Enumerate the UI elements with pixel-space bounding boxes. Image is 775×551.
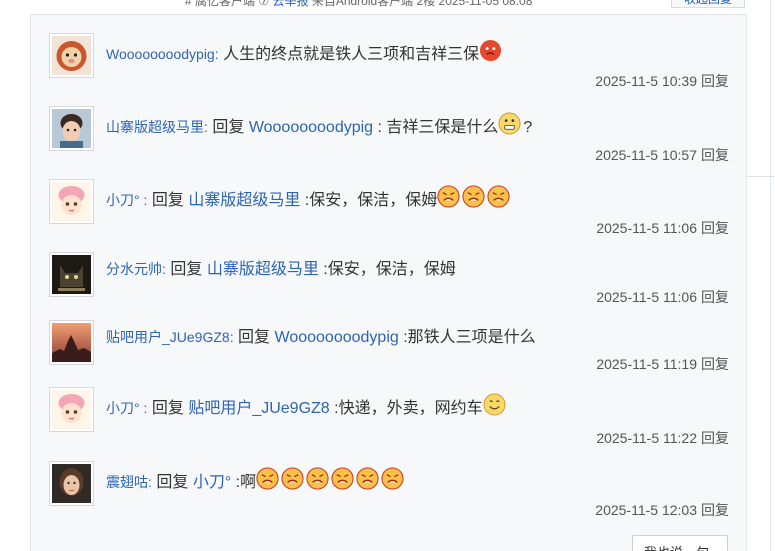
avatar[interactable]: [49, 461, 94, 506]
source-text: 来自Android客户端: [311, 0, 414, 8]
reply-link[interactable]: 回复: [701, 430, 729, 446]
comment-username[interactable]: 分水元帅:: [106, 261, 166, 277]
child-avatar-icon: [52, 109, 91, 148]
comment-item: 小刀° : 回复 贴吧用户_JUe9GZ8 :快递，外卖，网约车 2025-11…: [49, 387, 729, 447]
comment-item: 分水元帅: 回复 山寨版超级马里 :保安，保洁，保姆 2025-11-5 11:…: [49, 252, 729, 312]
page-right-border: [770, 0, 771, 551]
reply-label: 回复: [212, 119, 245, 136]
furious-emoji: [306, 467, 329, 490]
reply-target-user[interactable]: 贴吧用户_JUe9GZ8: [188, 400, 329, 417]
woman-avatar-icon: [52, 464, 91, 503]
comment-content: 小刀° : 回复 贴吧用户_JUe9GZ8 :快递，外卖，网约车: [106, 393, 508, 420]
avatar[interactable]: [49, 106, 94, 151]
comment-meta: 2025-11-5 11:06 回复: [596, 218, 729, 238]
comment-text: :那铁人三项是什么: [403, 329, 536, 346]
divider: [747, 176, 775, 177]
comment-content: 分水元帅: 回复 山寨版超级马里 :保安，保洁，保姆: [106, 258, 456, 281]
comment-item: Woooooooodypig: 人生的终点就是铁人三项和吉祥三保 2025-11…: [49, 33, 729, 93]
reply-link[interactable]: 回复: [701, 147, 729, 163]
comment-time: 2025-11-5 11:06: [596, 220, 697, 236]
comment-content: 山寨版超级马里: 回复 Woooooooodypig : 吉祥三保是什么?: [106, 112, 532, 139]
sunset-avatar-icon: [52, 323, 91, 362]
furious-emoji: [437, 185, 460, 208]
avatar[interactable]: [49, 387, 94, 432]
reply-label: 回复: [156, 474, 189, 491]
floor-meta-bar: # 腐忆客户端 ⑦ 云举报 来自Android客户端 2楼 2025-11-05…: [185, 0, 745, 8]
furious-emoji: [462, 185, 485, 208]
comment-username[interactable]: 山寨版超级马里:: [106, 119, 208, 135]
comment-meta: 2025-11-5 11:19 回复: [596, 354, 729, 374]
lion-avatar-icon: [52, 36, 91, 75]
angry-face-emoji: [480, 39, 502, 62]
anime-girl-avatar-icon: [52, 390, 91, 429]
smile-emoji: [483, 393, 506, 416]
comment-content: Woooooooodypig: 人生的终点就是铁人三项和吉祥三保: [106, 39, 504, 66]
comment-item: 小刀° : 回复 山寨版超级马里 :保安，保洁，保姆 2025-11-5 11:…: [49, 179, 729, 239]
comment-content: 震翅咕: 回复 小刀° :啊: [106, 467, 406, 494]
anime-girl-avatar-icon: [52, 182, 91, 221]
avatar[interactable]: [49, 320, 94, 365]
comment-meta: 2025-11-5 12:03 回复: [595, 500, 729, 520]
cat-avatar-icon: [52, 255, 91, 294]
comment-time: 2025-11-5 12:03: [595, 502, 697, 518]
comment-item: 贴吧用户_JUe9GZ8: 回复 Woooooooodypig :那铁人三项是什…: [49, 320, 729, 380]
comment-meta: 2025-11-5 10:57 回复: [595, 145, 729, 165]
report-link[interactable]: 云举报: [272, 0, 308, 8]
comment-meta: 2025-11-5 11:06 回复: [596, 287, 729, 307]
furious-emoji: [281, 467, 304, 490]
comment-meta: 2025-11-5 11:22 回复: [596, 428, 729, 448]
reply-label: 回复: [170, 261, 203, 278]
reply-link[interactable]: 回复: [701, 73, 729, 89]
comment-text: 人生的终点就是铁人三项和吉祥三保: [223, 46, 480, 63]
comment-text: : 吉祥三保是什么: [377, 119, 499, 136]
comment-time: 2025-11-5 10:57: [595, 147, 697, 163]
comment-username[interactable]: 贴吧用户_JUe9GZ8:: [106, 329, 234, 345]
avatar[interactable]: [49, 33, 94, 78]
comment-username[interactable]: 小刀° :: [106, 400, 147, 416]
collapse-reply-button[interactable]: 收起回复: [670, 0, 745, 8]
comment-item: 震翅咕: 回复 小刀° :啊 2025-11-5 12:03 回复: [49, 461, 729, 521]
comment-username[interactable]: 小刀° :: [106, 192, 147, 208]
reply-label: 回复: [151, 192, 184, 209]
comment-text: :啊: [235, 474, 257, 491]
reply-link[interactable]: 回复: [701, 289, 729, 305]
comment-content: 小刀° : 回复 山寨版超级马里 :保安，保洁，保姆: [106, 185, 512, 212]
comment-time: 2025-11-5 11:19: [596, 356, 697, 372]
reply-label: 回复: [238, 329, 271, 346]
comment-time: 2025-11-5 10:39: [595, 73, 697, 89]
furious-emoji: [381, 467, 404, 490]
reply-link[interactable]: 回复: [701, 220, 729, 236]
furious-emoji: [256, 467, 279, 490]
comment-item: 山寨版超级马里: 回复 Woooooooodypig : 吉祥三保是什么? 20…: [49, 106, 729, 166]
grimace-emoji: [498, 112, 521, 135]
floor-time: 2楼 2025-11-05 08:08: [416, 0, 533, 8]
comment-text: :保安，保洁，保姆: [323, 261, 456, 278]
comment-meta: 2025-11-5 10:39 回复: [595, 71, 729, 91]
comment-username[interactable]: 震翅咕:: [106, 474, 152, 490]
reply-link[interactable]: 回复: [701, 502, 729, 518]
reply-target-user[interactable]: Woooooooodypig: [275, 329, 399, 346]
furious-emoji: [356, 467, 379, 490]
reply-target-user[interactable]: 小刀°: [193, 474, 231, 491]
reply-target-user[interactable]: Woooooooodypig: [249, 119, 373, 136]
furious-emoji: [331, 467, 354, 490]
comment-text: :快递，外卖，网约车: [334, 400, 483, 417]
reply-label: 回复: [151, 400, 184, 417]
comment-text-suffix: ?: [523, 119, 533, 136]
reply-link[interactable]: 回复: [701, 356, 729, 372]
furious-emoji: [487, 185, 510, 208]
write-reply-button[interactable]: 我也说一句: [632, 535, 728, 551]
reply-target-user[interactable]: 山寨版超级马里: [188, 192, 300, 209]
comment-content: 贴吧用户_JUe9GZ8: 回复 Woooooooodypig :那铁人三项是什…: [106, 326, 536, 349]
avatar[interactable]: [49, 179, 94, 224]
floor-left-text: # 腐忆客户端 ⑦: [185, 0, 270, 8]
comment-username[interactable]: Woooooooodypig:: [106, 46, 219, 62]
comment-time: 2025-11-5 11:22: [596, 430, 697, 446]
comment-time: 2025-11-5 11:06: [596, 289, 697, 305]
reply-target-user[interactable]: 山寨版超级马里: [207, 261, 319, 278]
avatar[interactable]: [49, 252, 94, 297]
comment-text: :保安，保洁，保姆: [304, 192, 438, 209]
